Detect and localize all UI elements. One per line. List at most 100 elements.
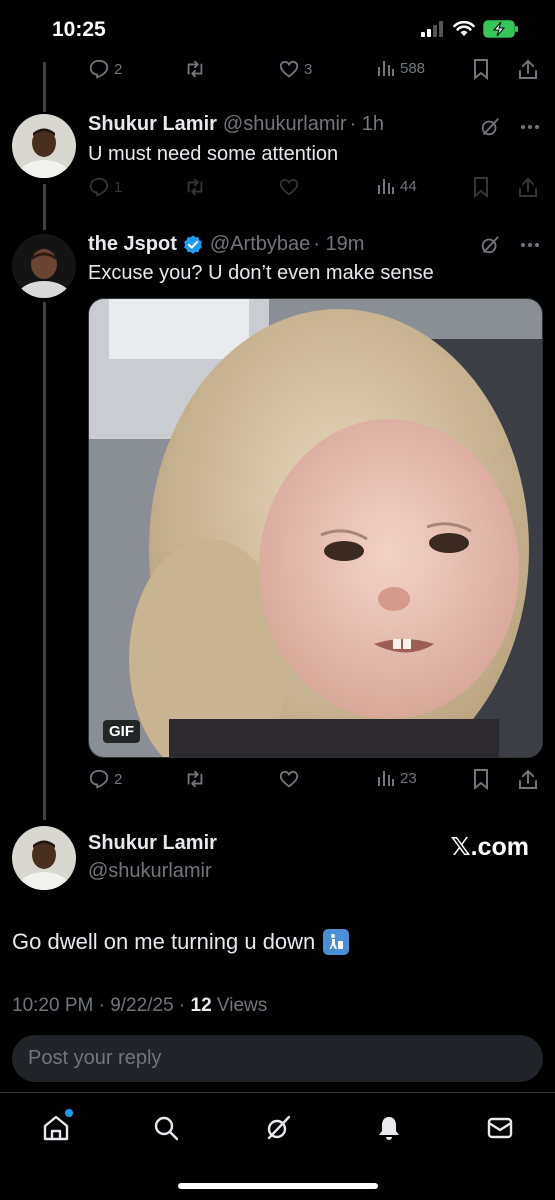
views-button[interactable]: 588 (376, 58, 425, 78)
reply-count: 2 (114, 770, 123, 788)
verified-badge-icon (184, 234, 202, 254)
post-header-icons (479, 116, 541, 138)
post-time: · 19m (313, 233, 365, 255)
views-count: 12 (190, 995, 212, 1016)
post-header: the Jspot @Artbybae · 19m (88, 233, 364, 256)
avatar-image (12, 234, 76, 298)
share-button[interactable] (518, 768, 538, 790)
status-bar: 10:25 (0, 0, 555, 62)
views-count: 588 (400, 59, 426, 77)
previous-post-actions: 2 3 588 (88, 58, 543, 86)
views-label: Views (216, 995, 268, 1016)
signal-icon (421, 21, 443, 37)
views-count: 44 (400, 177, 417, 195)
reply-icon (89, 59, 109, 79)
views-icon (378, 179, 394, 194)
repost-icon (187, 60, 203, 78)
like-button[interactable] (278, 768, 300, 790)
author-name[interactable]: Shukur Lamir (88, 113, 217, 136)
more-icon[interactable] (519, 234, 541, 256)
reply-count: 1 (114, 178, 123, 196)
post-actions: 2 23 (88, 768, 543, 796)
post-time: · 1h (349, 113, 385, 135)
gif-media[interactable]: GIF (88, 298, 543, 758)
reply-icon (89, 177, 109, 197)
post-actions: 1 44 (88, 176, 543, 204)
post-timestamp: 10:20 PM · 9/22/25 · (12, 995, 186, 1016)
like-button[interactable]: 3 (278, 58, 312, 80)
share-icon (519, 177, 537, 197)
author-handle[interactable]: @Artbybae (210, 233, 310, 256)
avatar-image (12, 114, 76, 178)
reply-button[interactable]: 1 (88, 176, 122, 198)
home-icon (43, 1115, 69, 1141)
author-name[interactable]: the Jspot (88, 233, 177, 256)
main-author-name[interactable]: Shukur Lamir (88, 832, 217, 855)
share-button[interactable] (518, 58, 538, 80)
trash-emoji-icon (323, 929, 350, 955)
repost-icon (187, 770, 203, 788)
avatar[interactable] (12, 114, 76, 178)
more-icon[interactable] (519, 116, 541, 138)
notification-dot (65, 1109, 73, 1117)
status-icons (421, 20, 519, 38)
bookmark-button[interactable] (471, 58, 491, 80)
post-header-icons (479, 234, 541, 256)
gif-image (89, 299, 542, 757)
reply-button[interactable]: 2 (88, 768, 122, 790)
home-indicator (178, 1183, 378, 1189)
bookmark-icon (474, 769, 488, 790)
bookmark-button[interactable] (471, 176, 491, 198)
views-button[interactable]: 44 (376, 176, 417, 196)
share-button[interactable] (518, 176, 538, 198)
bookmark-icon (474, 59, 488, 80)
wifi-icon (453, 21, 475, 36)
grok-icon (267, 1115, 291, 1140)
like-count: 3 (304, 60, 313, 78)
thread-line (43, 62, 46, 112)
views-count: 23 (400, 769, 417, 787)
battery-charging-icon (483, 20, 518, 38)
tab-grok[interactable] (261, 1111, 295, 1145)
avatar[interactable] (12, 826, 76, 890)
tab-search[interactable] (149, 1111, 183, 1145)
repost-icon (187, 178, 203, 196)
tab-home[interactable] (39, 1109, 73, 1145)
heart-icon (279, 60, 299, 78)
views-button[interactable]: 23 (376, 768, 417, 788)
main-post-text: Go dwell on me turning u down (12, 929, 350, 955)
tab-messages[interactable] (483, 1111, 517, 1145)
share-icon (519, 769, 537, 789)
post-meta: 10:20 PM · 9/22/25 · 12 Views (12, 995, 267, 1017)
share-icon (519, 59, 537, 79)
repost-button[interactable] (184, 768, 206, 790)
x-logo-watermark: 𝕏.com (450, 833, 530, 861)
notifications-icon (379, 1117, 399, 1140)
avatar[interactable] (12, 234, 76, 298)
reply-box[interactable] (12, 1035, 543, 1082)
reply-input[interactable] (28, 1047, 543, 1070)
grok-icon[interactable] (479, 234, 501, 256)
post-text: Excuse you? U don’t even make sense (88, 262, 434, 284)
like-button[interactable] (278, 176, 300, 198)
reply-icon (89, 769, 109, 789)
tab-notifications[interactable] (372, 1111, 406, 1145)
repost-button[interactable] (184, 58, 206, 80)
messages-icon (487, 1117, 513, 1139)
views-icon (378, 61, 394, 76)
thread-line (43, 184, 46, 230)
avatar-image (12, 826, 76, 890)
bookmark-icon (474, 177, 488, 198)
heart-icon (279, 770, 299, 788)
grok-icon[interactable] (479, 116, 501, 138)
post-text: U must need some attention (88, 143, 339, 165)
main-post-body: Go dwell on me turning u down (12, 929, 316, 954)
author-handle[interactable]: @shukurlamir (223, 113, 347, 136)
search-icon (154, 1116, 179, 1141)
views-icon (378, 771, 394, 786)
main-author-handle[interactable]: @shukurlamir (88, 860, 212, 883)
reply-count: 2 (114, 60, 123, 78)
reply-button[interactable]: 2 (88, 58, 122, 80)
repost-button[interactable] (184, 176, 206, 198)
bookmark-button[interactable] (471, 768, 491, 790)
